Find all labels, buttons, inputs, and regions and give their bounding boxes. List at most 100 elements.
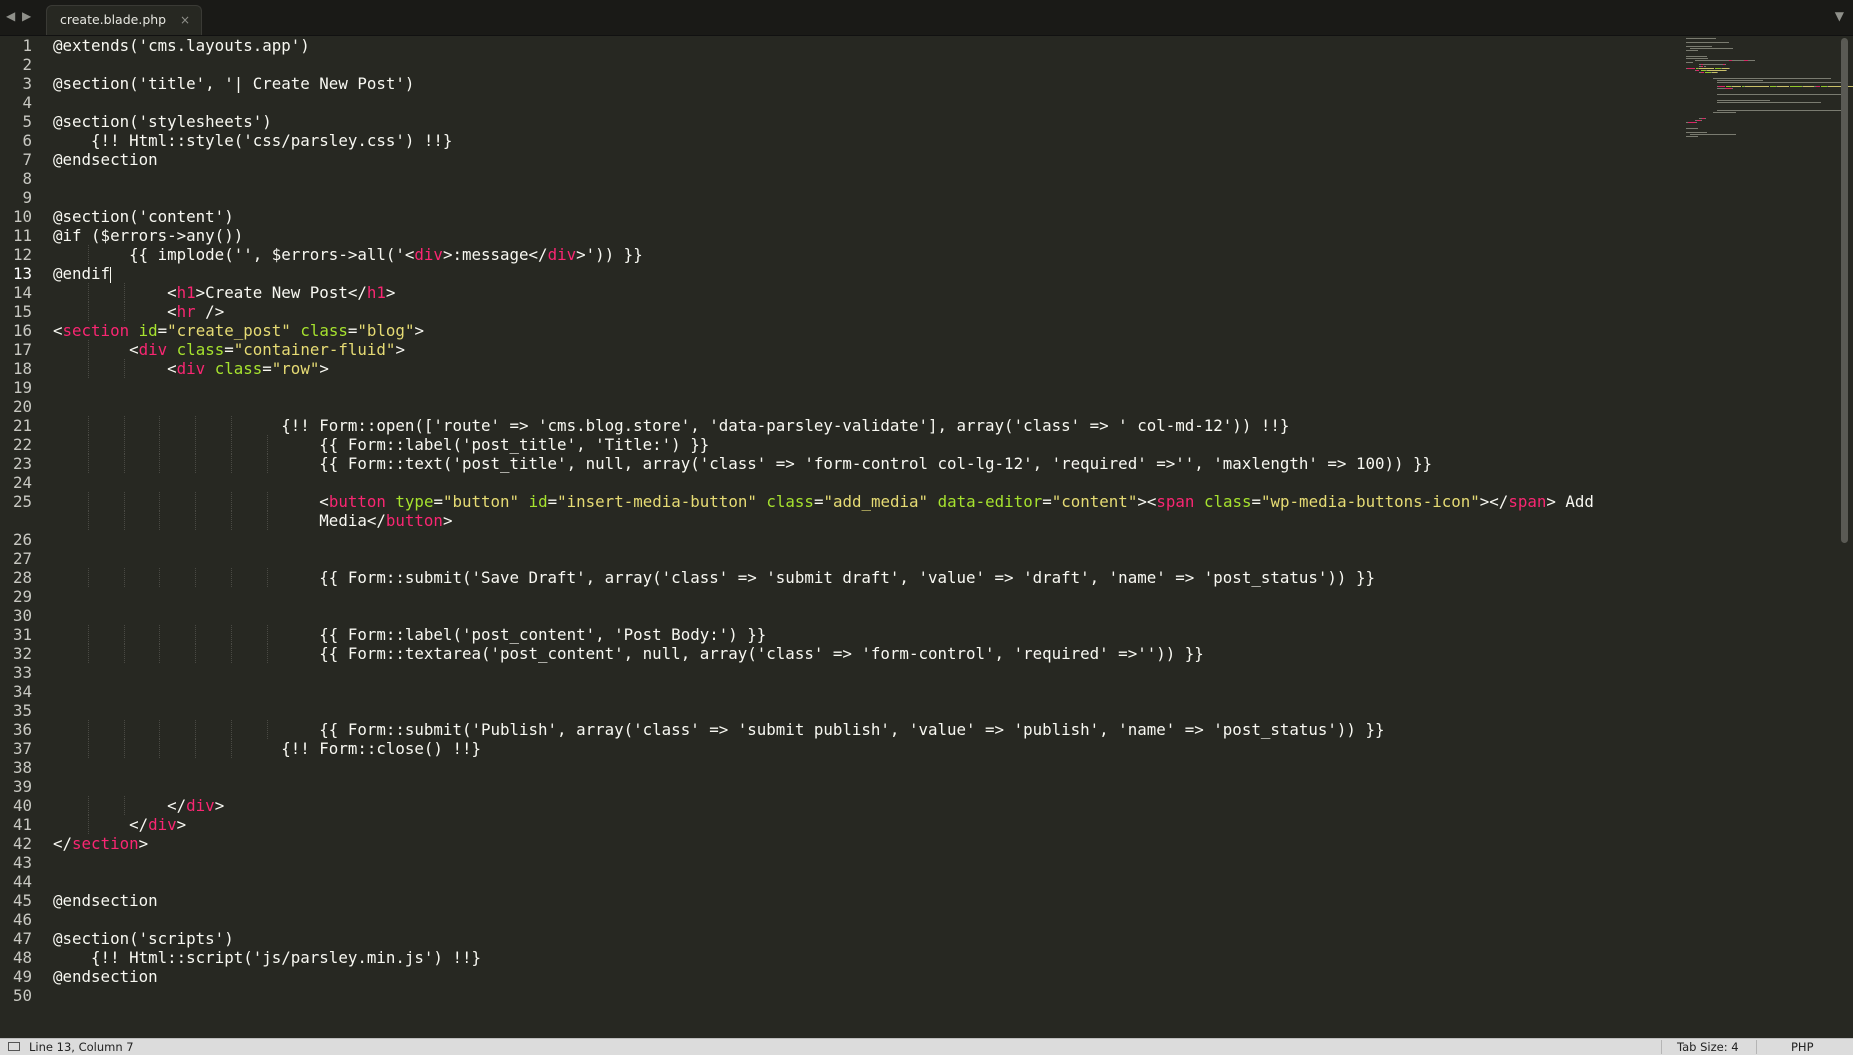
code-line[interactable] <box>53 777 1678 796</box>
code-line[interactable] <box>53 587 1678 606</box>
indent-guide <box>123 435 125 454</box>
code-line[interactable]: @endsection <box>53 967 1678 986</box>
code-line[interactable] <box>53 397 1678 416</box>
code-line[interactable] <box>53 55 1678 74</box>
indent-guide <box>195 435 197 454</box>
minimap-line <box>1815 86 1821 87</box>
code-line[interactable] <box>53 853 1678 872</box>
code-line[interactable] <box>53 701 1678 720</box>
syntax-selector[interactable]: PHP <box>1791 1040 1814 1054</box>
tab-create-blade[interactable]: create.blade.php × <box>46 5 202 35</box>
code-line[interactable] <box>53 93 1678 112</box>
code-token: section <box>62 321 130 340</box>
code-editor[interactable]: 1 2 3 4 5 6 7 8 9 10 11 12 13 14 15 16 17 18 19 20 21 22 23 24 2… <box>0 36 1685 1038</box>
nav-left-icon[interactable]: ◀ <box>6 9 15 23</box>
code-line[interactable] <box>53 530 1678 549</box>
line-number: 5 <box>22 112 32 131</box>
code-line[interactable]: @endsection <box>53 150 1678 169</box>
code-line[interactable]: {!! Form::close() !!} <box>53 739 1678 758</box>
code-line[interactable]: <hr /> <box>53 302 1678 321</box>
code-token: div <box>414 245 443 264</box>
minimap-line <box>1686 62 1693 63</box>
code-token: type <box>395 492 434 511</box>
code-line[interactable]: @section('scripts') <box>53 929 1678 948</box>
code-token: {{ Form::textarea('post_content', null, … <box>53 644 1204 663</box>
line-number: 24 <box>12 473 32 492</box>
code-line[interactable]: <h1>Create New Post</h1> <box>53 283 1678 302</box>
code-line[interactable]: {{ Form::label('post_title', 'Title:') }… <box>53 435 1678 454</box>
code-line[interactable] <box>53 663 1678 682</box>
code-line[interactable]: @extends('cms.layouts.app') <box>53 36 1678 55</box>
code-line[interactable] <box>53 188 1678 207</box>
code-line[interactable] <box>53 758 1678 777</box>
vertical-scrollbar[interactable] <box>1838 38 1850 1038</box>
code-token: class <box>300 321 348 340</box>
code-line[interactable] <box>53 682 1678 701</box>
code-token: data-editor <box>937 492 1043 511</box>
code-line[interactable]: @section('content') <box>53 207 1678 226</box>
code-token: class <box>176 340 225 359</box>
code-line[interactable]: @endsection <box>53 891 1678 910</box>
indent-guide <box>195 511 197 530</box>
code-line[interactable]: <button type="button" id="insert-media-b… <box>53 492 1678 511</box>
minimap-line <box>1712 78 1832 79</box>
panel-toggle-icon[interactable] <box>8 1042 20 1051</box>
code-line[interactable]: {{ Form::text('post_title', null, array(… <box>53 454 1678 473</box>
code-line[interactable]: {!! Form::open(['route' => 'cms.blog.sto… <box>53 416 1678 435</box>
code-line[interactable]: @section('title', '| Create New Post') <box>53 74 1678 93</box>
code-line[interactable]: {{ implode('', $errors->all('<div>:messa… <box>53 245 1678 264</box>
code-line[interactable]: Media</button> <box>53 511 1678 530</box>
code-token: @section('scripts') <box>53 929 234 948</box>
indent-guide <box>123 796 125 815</box>
tab-size-selector[interactable]: Tab Size: 4 <box>1677 1040 1739 1054</box>
code-area[interactable]: @extends('cms.layouts.app') @section('tit… <box>53 36 1678 1005</box>
code-token: @endsection <box>53 891 158 910</box>
code-line[interactable]: </section> <box>53 834 1678 853</box>
code-line[interactable]: </div> <box>53 815 1678 834</box>
code-line[interactable]: {{ Form::label('post_content', 'Post Bod… <box>53 625 1678 644</box>
scrollbar-thumb[interactable] <box>1841 38 1848 543</box>
code-token: "row" <box>271 359 320 378</box>
code-token: = <box>1251 492 1262 511</box>
code-token: {!! Html::style('css/parsley.css') !!} <box>53 131 453 150</box>
code-line[interactable] <box>53 169 1678 188</box>
code-line[interactable]: </div> <box>53 796 1678 815</box>
code-line[interactable] <box>53 910 1678 929</box>
code-line[interactable] <box>53 473 1678 492</box>
code-line[interactable]: {{ Form::submit('Publish', array('class'… <box>53 720 1678 739</box>
code-line[interactable]: {{ Form::textarea('post_content', null, … <box>53 644 1678 663</box>
code-line[interactable] <box>53 872 1678 891</box>
code-line[interactable] <box>53 986 1678 1005</box>
code-line[interactable]: @if ($errors->any()) <box>53 226 1678 245</box>
minimap[interactable] <box>1686 36 1853 137</box>
nav-right-icon[interactable]: ▶ <box>22 9 31 23</box>
code-line[interactable]: <div class="row"> <box>53 359 1678 378</box>
minimap-line <box>1712 112 1737 113</box>
code-line[interactable]: {!! Html::style('css/parsley.css') !!} <box>53 131 1678 150</box>
code-line[interactable]: {{ Form::submit('Save Draft', array('cla… <box>53 568 1678 587</box>
code-line[interactable] <box>53 549 1678 568</box>
line-number: 40 <box>12 796 32 815</box>
minimap-line <box>1699 68 1714 69</box>
minimap-line <box>1694 60 1729 61</box>
chevron-down-icon[interactable]: ▼ <box>1835 9 1844 23</box>
code-line[interactable]: {!! Html::script('js/parsley.min.js') !!… <box>53 948 1678 967</box>
close-icon[interactable]: × <box>180 13 190 27</box>
code-token: ></ <box>1479 492 1509 511</box>
minimap-line <box>1717 94 1842 95</box>
code-line[interactable] <box>53 606 1678 625</box>
line-number: 39 <box>12 777 32 796</box>
indent-guide <box>195 492 197 511</box>
code-token: {{ implode('', $errors->all('< <box>53 245 415 264</box>
code-line[interactable]: <section id="create_post" class="blog"> <box>53 321 1678 340</box>
minimap-line <box>1700 72 1704 73</box>
code-token: = <box>433 492 443 511</box>
code-token: {{ Form::submit('Publish', array('class'… <box>53 720 1385 739</box>
code-line[interactable]: @endif <box>53 264 1678 283</box>
code-line[interactable] <box>53 378 1678 397</box>
code-line[interactable]: <div class="container-fluid"> <box>53 340 1678 359</box>
code-line[interactable]: @section('stylesheets') <box>53 112 1678 131</box>
